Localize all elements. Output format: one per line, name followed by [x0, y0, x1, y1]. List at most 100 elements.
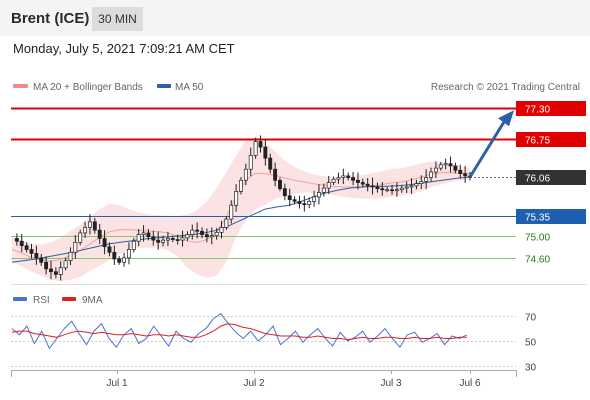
price-chart: MA 20 + Bollinger Bands MA 50 Research ©…: [11, 82, 587, 389]
candle-body: [88, 221, 92, 228]
candle-body: [219, 227, 224, 233]
candle-body: [326, 182, 331, 189]
level-label-77.30: 77.30: [525, 105, 550, 116]
candle-body: [117, 258, 122, 263]
candle-body: [156, 239, 161, 243]
candle-body: [97, 229, 102, 239]
x-tick-label: Jul 2: [243, 378, 265, 389]
candle-body: [73, 241, 78, 253]
candle-body: [24, 245, 29, 250]
rsi-plot: 70 50 30: [11, 313, 537, 374]
candle-body: [282, 188, 287, 197]
candle-body: [239, 179, 243, 192]
forecast-arrow-head: [498, 110, 514, 127]
candle-body: [448, 163, 453, 167]
candle-body: [341, 175, 346, 178]
candle-body: [49, 268, 53, 273]
candle-body: [170, 238, 175, 240]
candle-body: [53, 271, 58, 275]
candle-body: [380, 188, 385, 191]
ma50-legend-label: MA 50: [175, 82, 204, 93]
candle-body: [248, 155, 253, 170]
candle-body: [360, 182, 365, 185]
candle-body: [253, 141, 258, 156]
candle-body: [19, 240, 24, 247]
candle-body: [419, 181, 424, 184]
candle-body: [126, 249, 131, 259]
candle-body: [336, 177, 341, 180]
candle-body: [165, 238, 170, 241]
candle-body: [370, 185, 375, 188]
candle-body: [433, 167, 438, 173]
candle-body: [185, 234, 190, 239]
forecast-arrow-shaft: [468, 119, 507, 178]
candle-body: [414, 183, 419, 187]
candle-body: [307, 201, 312, 206]
candle-body: [443, 163, 448, 166]
candle-body: [29, 249, 34, 254]
candle-body: [263, 146, 268, 159]
price-plot: 77.30 76.75 76.06 75.35 75.00 74.60: [11, 101, 586, 282]
candle-body: [346, 175, 351, 178]
level-label-74.60: 74.60: [525, 255, 550, 266]
candle-body: [297, 201, 302, 204]
level-label-76.75: 76.75: [525, 136, 550, 147]
candle-body: [321, 187, 326, 193]
candle-body: [278, 179, 282, 189]
candle-body: [385, 189, 390, 192]
candle-body: [146, 232, 151, 238]
bollinger-band: [12, 137, 470, 282]
candle-body: [399, 187, 404, 191]
candle-body: [39, 257, 44, 263]
candle-body: [292, 199, 297, 202]
candle-body: [458, 169, 463, 175]
candle-body: [180, 237, 185, 241]
candle-body: [63, 260, 68, 269]
candle-body: [273, 168, 278, 181]
candle-body: [34, 253, 39, 259]
candle-body: [351, 177, 356, 181]
candle-body: [312, 196, 317, 202]
candle-body: [390, 189, 394, 192]
candle-body: [161, 239, 165, 243]
candle-body: [131, 240, 136, 250]
rsi-legend-swatch: [13, 297, 27, 301]
x-tick-label: Jul 6: [459, 378, 481, 389]
candle-body: [214, 232, 219, 237]
candle-body: [429, 171, 433, 178]
rsi-tick-70: 70: [525, 313, 537, 324]
candle-body: [44, 261, 49, 270]
level-label-75.35: 75.35: [525, 213, 550, 224]
candle-body: [365, 183, 370, 187]
candle-body: [268, 157, 273, 170]
ma50-legend-swatch: [157, 84, 171, 88]
candle-body: [78, 232, 83, 243]
candle-body: [107, 246, 112, 253]
candle-body: [136, 234, 141, 242]
rsi-ma-legend-label: 9MA: [82, 295, 103, 306]
candle-body: [204, 234, 209, 238]
candle-body: [234, 191, 239, 206]
candle-body: [424, 177, 429, 182]
candle-body: [302, 203, 307, 206]
candle-body: [58, 267, 63, 275]
rsi-ma-legend-swatch: [62, 297, 76, 301]
candle-body: [229, 204, 234, 220]
rsi-legend-label: RSI: [33, 295, 50, 306]
candle-body: [92, 221, 97, 231]
credit-text: Research © 2021 Trading Central: [431, 82, 580, 93]
candle-body: [224, 218, 229, 228]
rsi-ma-line: [11, 323, 467, 341]
candle-body: [331, 178, 336, 183]
candle-body: [287, 195, 292, 201]
candle-body: [122, 257, 127, 263]
candle-body: [409, 185, 414, 188]
x-tick-label: Jul 3: [380, 378, 402, 389]
bollinger-legend-swatch: [13, 84, 28, 88]
rsi-tick-50: 50: [525, 338, 537, 349]
candle-body: [404, 186, 409, 189]
candle-body: [141, 232, 146, 235]
candle-body: [355, 179, 360, 183]
candle-body: [151, 236, 156, 241]
candle-body: [175, 239, 180, 241]
